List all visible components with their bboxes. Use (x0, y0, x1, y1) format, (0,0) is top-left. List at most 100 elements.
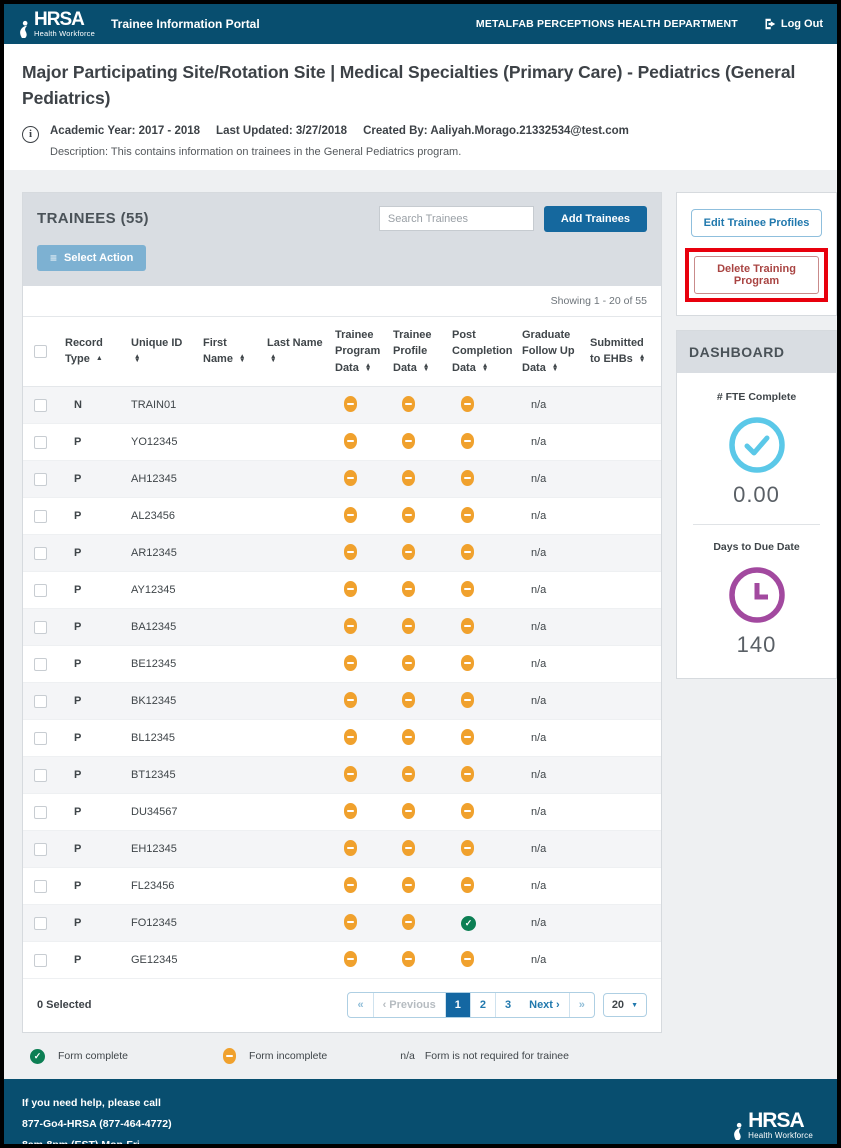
graduate-follow-up-cell: n/a (517, 571, 585, 609)
row-checkbox[interactable] (34, 768, 47, 782)
form-incomplete-icon (461, 506, 474, 523)
unique-id-cell: YO12345 (126, 423, 198, 461)
record-type-cell: P (60, 719, 126, 757)
submitted-to-ehbs-cell (585, 534, 661, 572)
trainee-program-data-cell (330, 571, 388, 609)
row-checkbox[interactable] (34, 916, 47, 930)
row-checkbox[interactable] (34, 620, 47, 634)
search-input[interactable] (378, 206, 534, 231)
fte-complete-label: # FTE Complete (716, 390, 797, 403)
row-checkbox[interactable] (34, 805, 47, 819)
last-name-cell (262, 460, 330, 498)
column-header-first-name[interactable]: First Name ▲ ▼ (198, 316, 262, 387)
logout-button[interactable]: Log Out (764, 18, 823, 30)
post-completion-data-cell (447, 867, 517, 905)
organization-name: METALFAB PERCEPTIONS HEALTH DEPARTMENT (475, 18, 738, 30)
submitted-to-ehbs-cell (585, 571, 661, 609)
table-row: P BE12345 n/a (23, 645, 661, 683)
program-description: Description: This contains information o… (50, 145, 462, 158)
row-checkbox[interactable] (34, 398, 47, 412)
form-incomplete-icon (461, 654, 474, 671)
last-name-cell (262, 423, 330, 461)
column-header-post-completion-data[interactable]: Post Completion Data ▲ ▼ (447, 316, 517, 387)
form-incomplete-icon (344, 469, 357, 486)
table-row: P BK12345 n/a (23, 682, 661, 720)
form-incomplete-icon (461, 691, 474, 708)
select-action-button[interactable]: ≡ Select Action (37, 244, 147, 271)
page-size-select[interactable]: 20 ▼ (602, 993, 647, 1017)
trainee-program-data-cell (330, 793, 388, 831)
row-checkbox[interactable] (34, 509, 47, 523)
select-all-checkbox[interactable] (34, 344, 47, 358)
footer-logo-sub: Health Workforce (748, 1130, 813, 1140)
submitted-to-ehbs-cell (585, 682, 661, 720)
trainee-profile-data-cell (388, 941, 447, 979)
post-completion-data-cell (447, 793, 517, 831)
form-incomplete-icon (461, 728, 474, 745)
last-name-cell (262, 719, 330, 757)
column-header-graduate-follow-up-data[interactable]: Graduate Follow Up Data ▲ ▼ (517, 316, 585, 387)
form-incomplete-icon (344, 876, 357, 893)
trainee-profile-data-cell (388, 608, 447, 646)
row-checkbox[interactable] (34, 953, 47, 967)
column-header-last-name[interactable]: Last Name ▲ ▼ (262, 316, 330, 387)
trainee-program-data-cell (330, 756, 388, 794)
form-incomplete-icon (344, 913, 357, 930)
row-checkbox[interactable] (34, 731, 47, 745)
page-button-3[interactable]: 3 (496, 993, 520, 1017)
record-type-cell: P (60, 497, 126, 535)
first-name-cell (198, 497, 262, 535)
delete-training-program-button[interactable]: Delete Training Program (694, 255, 819, 294)
last-page-button[interactable]: » (570, 993, 594, 1017)
row-checkbox[interactable] (34, 657, 47, 671)
form-incomplete-icon (344, 395, 357, 412)
form-incomplete-icon (402, 876, 415, 893)
app-title: Trainee Information Portal (111, 17, 260, 31)
previous-page-button[interactable]: ‹ Previous (374, 993, 446, 1017)
row-checkbox[interactable] (34, 472, 47, 486)
row-checkbox[interactable] (34, 879, 47, 893)
form-incomplete-icon (461, 432, 474, 449)
form-incomplete-icon (402, 654, 415, 671)
last-name-cell (262, 830, 330, 868)
row-checkbox[interactable] (34, 583, 47, 597)
trainee-program-data-cell (330, 497, 388, 535)
trainee-profile-data-cell (388, 756, 447, 794)
submitted-to-ehbs-cell (585, 830, 661, 868)
column-header-unique-id[interactable]: Unique ID ▲ ▼ (126, 316, 198, 387)
table-row: P FL23456 n/a (23, 867, 661, 905)
row-checkbox[interactable] (34, 694, 47, 708)
row-checkbox[interactable] (34, 842, 47, 856)
page-button-2[interactable]: 2 (471, 993, 496, 1017)
not-applicable-text: n/a (531, 658, 547, 670)
not-applicable-text: n/a (531, 399, 547, 411)
first-page-button[interactable]: « (348, 993, 374, 1017)
status-legend: ✓ Form complete Form incomplete n/a Form… (22, 1033, 662, 1079)
edit-trainee-profiles-button[interactable]: Edit Trainee Profiles (690, 208, 823, 237)
sort-icon: ▲ ▼ (638, 353, 646, 365)
trainee-profile-data-cell (388, 386, 447, 424)
post-completion-data-cell (447, 386, 517, 424)
column-header-record-type[interactable]: Record Type ▲ (60, 316, 126, 387)
hrsa-logo: HRSA Health Workforce (18, 10, 95, 38)
last-name-cell (262, 645, 330, 683)
row-checkbox[interactable] (34, 435, 47, 449)
column-header-trainee-profile-data[interactable]: Trainee Profile Data ▲ ▼ (388, 316, 447, 387)
form-complete-icon: ✓ (461, 915, 476, 931)
table-row: P DU34567 n/a (23, 793, 661, 831)
add-trainees-button[interactable]: Add Trainees (543, 205, 647, 232)
column-header-submitted-to-ehbs[interactable]: Submitted to EHBs ▲ ▼ (585, 316, 661, 387)
column-header-trainee-program-data[interactable]: Trainee Program Data ▲ ▼ (330, 316, 388, 387)
form-incomplete-icon (344, 728, 357, 745)
form-incomplete-icon (402, 950, 415, 967)
first-name-cell (198, 904, 262, 942)
page-button-1[interactable]: 1 (445, 993, 471, 1017)
next-page-button[interactable]: Next › (520, 993, 570, 1017)
row-checkbox[interactable] (34, 546, 47, 560)
form-incomplete-icon (402, 580, 415, 597)
last-updated: Last Updated: 3/27/2018 (216, 124, 348, 137)
created-by: Created By: Aaliyah.Morago.21332534@test… (363, 124, 629, 137)
table-row: P BL12345 n/a (23, 719, 661, 757)
highlight-box: Delete Training Program (685, 247, 828, 302)
form-incomplete-icon (344, 765, 357, 782)
